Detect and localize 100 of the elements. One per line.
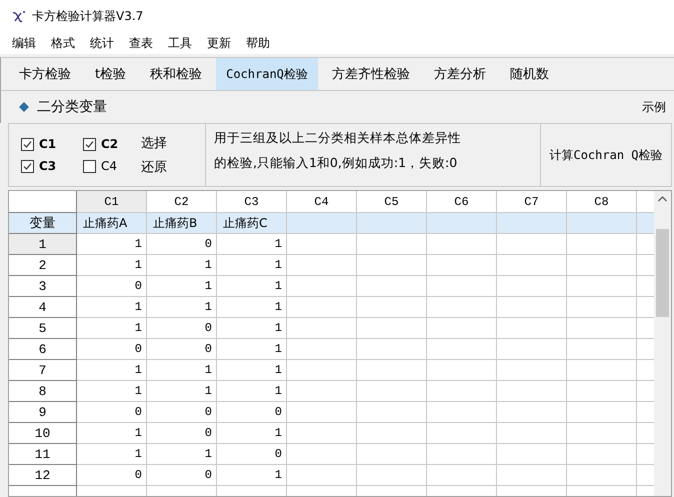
table-cell[interactable]	[567, 276, 637, 297]
table-cell[interactable]	[357, 465, 427, 486]
table-cell[interactable]	[357, 318, 427, 339]
checkbox-label[interactable]: C1	[39, 137, 56, 151]
table-cell[interactable]: 1	[147, 297, 217, 318]
table-cell[interactable]	[287, 339, 357, 360]
table-cell[interactable]	[287, 318, 357, 339]
table-cell[interactable]	[287, 444, 357, 465]
table-cell[interactable]: 0	[147, 465, 217, 486]
scrollbar[interactable]	[654, 191, 671, 496]
table-cell[interactable]: 0	[77, 339, 147, 360]
table-cell[interactable]	[427, 297, 497, 318]
table-cell[interactable]: 1	[77, 234, 147, 255]
row-header[interactable]: 6	[9, 339, 77, 360]
table-cell[interactable]	[567, 444, 637, 465]
example-link[interactable]: 示例	[642, 98, 666, 116]
table-cell[interactable]: 1	[77, 360, 147, 381]
table-cell[interactable]	[427, 402, 497, 423]
table-cell[interactable]: 1	[217, 297, 287, 318]
table-cell[interactable]	[427, 423, 497, 444]
checkbox[interactable]	[83, 160, 96, 172]
table-cell[interactable]: 1	[217, 255, 287, 276]
table-cell[interactable]	[567, 339, 637, 360]
table-cell[interactable]	[567, 465, 637, 486]
table-cell[interactable]	[427, 465, 497, 486]
option-button[interactable]: 还原	[141, 158, 167, 176]
scrollbar-thumb[interactable]	[656, 229, 669, 317]
table-cell[interactable]	[427, 276, 497, 297]
table-cell[interactable]	[357, 276, 427, 297]
table-cell[interactable]	[287, 381, 357, 402]
table-cell[interactable]	[497, 360, 567, 381]
table-cell[interactable]	[567, 402, 637, 423]
table-cell[interactable]: 1	[217, 360, 287, 381]
table-cell[interactable]	[567, 360, 637, 381]
row-header[interactable]: 5	[9, 318, 77, 339]
table-cell[interactable]	[497, 339, 567, 360]
table-cell[interactable]	[287, 234, 357, 255]
table-cell[interactable]	[497, 402, 567, 423]
table-cell[interactable]	[427, 318, 497, 339]
table-cell[interactable]: 0	[217, 402, 287, 423]
table-cell[interactable]	[357, 402, 427, 423]
table-cell[interactable]: 1	[147, 444, 217, 465]
table-cell[interactable]	[287, 465, 357, 486]
row-header[interactable]: 10	[9, 423, 77, 444]
table-cell[interactable]	[427, 255, 497, 276]
menu-item[interactable]: 格式	[51, 34, 75, 52]
table-cell[interactable]: 0	[77, 276, 147, 297]
row-header[interactable]: 4	[9, 297, 77, 318]
table-cell[interactable]	[287, 255, 357, 276]
table-cell[interactable]	[427, 339, 497, 360]
table-cell[interactable]: 1	[77, 381, 147, 402]
row-header[interactable]: 3	[9, 276, 77, 297]
table-cell[interactable]: 0	[77, 465, 147, 486]
table-cell[interactable]: 0	[147, 234, 217, 255]
table-cell[interactable]: 0	[217, 444, 287, 465]
table-cell[interactable]: 0	[147, 339, 217, 360]
tab[interactable]: 秩和检验	[140, 58, 212, 90]
tab[interactable]: 方差分析	[424, 58, 496, 90]
menu-item[interactable]: 工具	[168, 34, 192, 52]
table-cell[interactable]	[497, 276, 567, 297]
table-cell[interactable]	[497, 465, 567, 486]
table-cell[interactable]	[357, 381, 427, 402]
row-header[interactable]: 8	[9, 381, 77, 402]
checkbox[interactable]	[83, 138, 96, 150]
table-cell[interactable]	[357, 423, 427, 444]
table-cell[interactable]	[497, 297, 567, 318]
table-cell[interactable]: 1	[217, 234, 287, 255]
row-header[interactable]: 9	[9, 402, 77, 423]
table-cell[interactable]: 1	[147, 381, 217, 402]
calculate-button[interactable]: 计算Cochran Q检验	[545, 142, 667, 168]
checkbox-label[interactable]: C2	[101, 137, 118, 151]
tab[interactable]: CochranQ检验	[216, 58, 318, 90]
row-header[interactable]: 2	[9, 255, 77, 276]
option-button[interactable]: 选择	[141, 134, 167, 152]
table-cell[interactable]	[287, 276, 357, 297]
table-cell[interactable]: 1	[217, 276, 287, 297]
tab[interactable]: 卡方检验	[9, 58, 81, 90]
table-cell[interactable]: 1	[217, 465, 287, 486]
menu-item[interactable]: 查表	[129, 34, 153, 52]
table-cell[interactable]: 1	[217, 381, 287, 402]
table-cell[interactable]	[497, 255, 567, 276]
table-cell[interactable]: 0	[147, 402, 217, 423]
table-cell[interactable]: 1	[217, 318, 287, 339]
table-cell[interactable]: 0	[77, 402, 147, 423]
table-cell[interactable]	[357, 360, 427, 381]
checkbox-label[interactable]: C3	[39, 159, 56, 173]
table-cell[interactable]: 0	[147, 423, 217, 444]
table-cell[interactable]: 1	[147, 360, 217, 381]
table-cell[interactable]	[567, 318, 637, 339]
row-header[interactable]: 11	[9, 444, 77, 465]
table-cell[interactable]	[357, 255, 427, 276]
table-cell[interactable]: 0	[147, 318, 217, 339]
table-cell[interactable]	[427, 360, 497, 381]
table-cell[interactable]	[567, 381, 637, 402]
table-cell[interactable]	[427, 234, 497, 255]
table-cell[interactable]	[357, 234, 427, 255]
table-cell[interactable]	[287, 402, 357, 423]
table-cell[interactable]	[567, 423, 637, 444]
checkbox[interactable]	[21, 160, 34, 172]
table-cell[interactable]: 1	[77, 444, 147, 465]
